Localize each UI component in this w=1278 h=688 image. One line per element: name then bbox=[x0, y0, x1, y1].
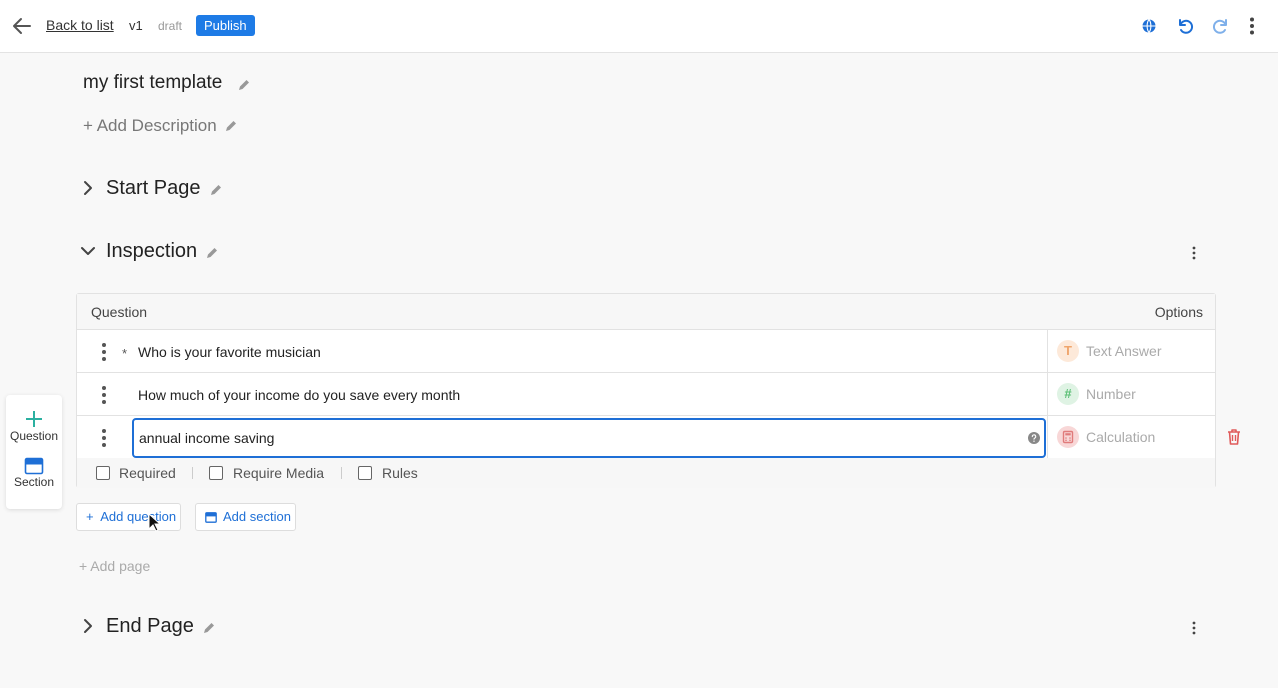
plus-icon bbox=[26, 411, 42, 427]
add-page-link[interactable]: + Add page bbox=[79, 558, 150, 574]
publish-button[interactable]: Publish bbox=[196, 15, 255, 36]
undo-icon[interactable] bbox=[1175, 16, 1195, 36]
table-row[interactable]: * Who is your favorite musician T Text A… bbox=[77, 330, 1215, 373]
drag-handle-icon[interactable] bbox=[95, 427, 113, 449]
number-icon: # bbox=[1057, 383, 1079, 405]
redo-icon[interactable] bbox=[1211, 16, 1231, 36]
require-media-checkbox[interactable] bbox=[209, 466, 223, 480]
back-to-list-link[interactable]: Back to list bbox=[46, 17, 114, 33]
add-question-tool-label: Question bbox=[9, 429, 59, 443]
add-section-tool-label: Section bbox=[13, 475, 55, 489]
question-options-bar: Required Require Media Rules bbox=[77, 458, 1215, 488]
add-description-link[interactable]: + Add Description bbox=[83, 116, 217, 136]
response-type-text-answer[interactable]: T Text Answer bbox=[1047, 330, 1217, 372]
add-section-label: Add section bbox=[223, 509, 291, 524]
section-icon bbox=[24, 457, 44, 475]
add-section-button[interactable]: Add section bbox=[195, 503, 296, 531]
table-row-active[interactable]: Calculation bbox=[77, 416, 1215, 459]
help-icon[interactable] bbox=[1028, 432, 1040, 444]
text-answer-icon: T bbox=[1057, 340, 1079, 362]
require-media-label[interactable]: Require Media bbox=[233, 465, 324, 481]
table-row[interactable]: How much of your income do you save ever… bbox=[77, 373, 1215, 416]
response-type-label: Calculation bbox=[1086, 429, 1156, 445]
add-section-tool[interactable]: Section bbox=[6, 457, 62, 489]
edit-end-page-icon[interactable] bbox=[202, 621, 216, 635]
add-question-button[interactable]: + Add question bbox=[76, 503, 181, 531]
add-question-label: Add question bbox=[100, 509, 177, 524]
add-element-panel: Question Section bbox=[6, 395, 62, 509]
expand-end-page-icon[interactable] bbox=[78, 616, 98, 636]
rules-label[interactable]: Rules bbox=[382, 465, 418, 481]
response-type-label: Text Answer bbox=[1086, 343, 1162, 359]
drag-handle-icon[interactable] bbox=[95, 341, 113, 363]
question-text[interactable]: Who is your favorite musician bbox=[138, 344, 321, 360]
edit-inspection-icon[interactable] bbox=[205, 246, 219, 260]
end-page-title[interactable]: End Page bbox=[106, 615, 194, 638]
version-label: v1 bbox=[129, 18, 143, 33]
divider bbox=[192, 467, 193, 479]
more-options-icon[interactable] bbox=[1242, 16, 1262, 36]
top-bar: Back to list v1 draft Publish bbox=[0, 0, 1278, 53]
column-question: Question bbox=[91, 304, 148, 320]
required-label[interactable]: Required bbox=[119, 465, 176, 481]
back-arrow-icon[interactable] bbox=[10, 14, 34, 38]
collapse-inspection-icon[interactable] bbox=[78, 241, 98, 261]
response-type-label: Number bbox=[1086, 386, 1136, 402]
delete-question-icon[interactable] bbox=[1226, 428, 1242, 446]
section-icon bbox=[205, 512, 217, 523]
table-header: Question Options bbox=[77, 294, 1215, 330]
required-mark: * bbox=[122, 346, 128, 361]
mouse-pointer-icon bbox=[148, 513, 162, 532]
expand-start-page-icon[interactable] bbox=[78, 178, 98, 198]
response-type-number[interactable]: # Number bbox=[1047, 373, 1217, 415]
end-page-menu-icon[interactable] bbox=[1186, 620, 1202, 636]
add-question-tool[interactable]: Question bbox=[6, 409, 62, 443]
globe-icon[interactable] bbox=[1139, 16, 1159, 36]
edit-start-page-icon[interactable] bbox=[209, 183, 223, 197]
drag-handle-icon[interactable] bbox=[95, 384, 113, 406]
start-page-title[interactable]: Start Page bbox=[106, 177, 201, 200]
required-checkbox[interactable] bbox=[96, 466, 110, 480]
response-type-calculation[interactable]: Calculation bbox=[1047, 416, 1217, 458]
inspection-page-title[interactable]: Inspection bbox=[106, 240, 197, 263]
template-title[interactable]: my first template bbox=[83, 72, 222, 94]
plus-icon: + bbox=[86, 509, 94, 524]
status-label: draft bbox=[158, 19, 183, 33]
question-table: Question Options * Who is your favorite … bbox=[76, 293, 1216, 488]
rules-checkbox[interactable] bbox=[358, 466, 372, 480]
divider bbox=[341, 467, 342, 479]
edit-description-icon[interactable] bbox=[224, 119, 238, 133]
question-text-input[interactable] bbox=[132, 418, 1046, 458]
inspection-menu-icon[interactable] bbox=[1186, 245, 1202, 261]
calculation-icon bbox=[1057, 426, 1079, 448]
question-text[interactable]: How much of your income do you save ever… bbox=[138, 387, 460, 403]
edit-title-icon[interactable] bbox=[237, 78, 251, 92]
column-options: Options bbox=[1154, 304, 1203, 320]
